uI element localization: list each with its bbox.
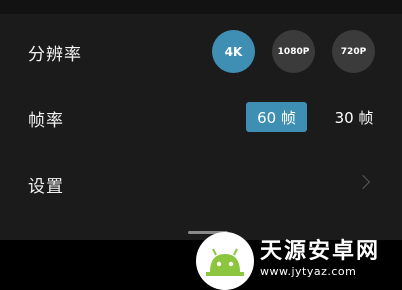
resolution-4k-button[interactable]: 4K bbox=[212, 30, 255, 73]
watermark-url: www.jytyaz.com bbox=[260, 264, 357, 278]
frame-rate-30-button[interactable]: 30 帧 bbox=[326, 102, 382, 132]
resolution-label: 分辨率 bbox=[28, 45, 82, 65]
settings-row-label[interactable]: 设置 bbox=[28, 172, 64, 197]
frame-rate-label: 帧率 bbox=[28, 111, 64, 131]
resolution-720p-button[interactable]: 720P bbox=[332, 30, 375, 73]
android-logo-icon bbox=[196, 231, 254, 290]
frame-rate-60-button[interactable]: 60 帧 bbox=[246, 102, 307, 132]
watermark: 天源安卓网 www.jytyaz.com bbox=[196, 231, 402, 290]
watermark-name: 天源安卓网 bbox=[260, 238, 381, 264]
top-strip bbox=[0, 0, 402, 14]
resolution-1080p-button[interactable]: 1080P bbox=[272, 30, 315, 73]
